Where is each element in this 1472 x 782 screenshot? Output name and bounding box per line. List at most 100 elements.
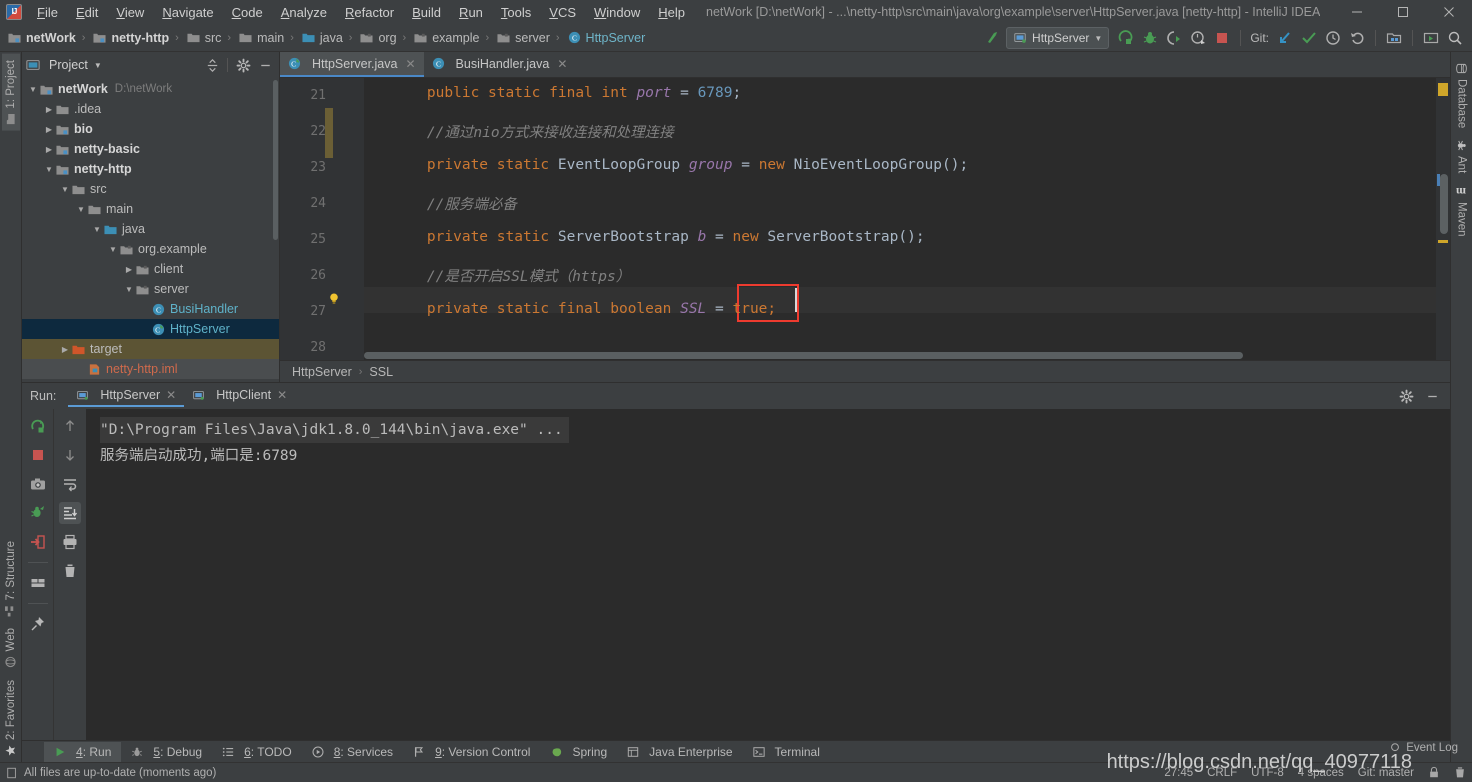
maximize-button[interactable] (1380, 0, 1426, 24)
close-icon[interactable]: ✕ (557, 57, 567, 71)
breadcrumb-item-server[interactable]: server (493, 29, 552, 47)
editor-vertical-scrollbar[interactable] (1440, 174, 1448, 234)
lock-icon[interactable] (1428, 766, 1440, 779)
sidebar-item-web[interactable]: Web (2, 622, 20, 673)
breadcrumb-field[interactable]: SSL (369, 365, 393, 379)
breadcrumb-class[interactable]: HttpServer (292, 365, 352, 379)
menu-item-file[interactable]: File (28, 2, 67, 23)
chevron-down-icon[interactable]: ▼ (90, 225, 104, 234)
search-everywhere-icon[interactable] (1444, 27, 1466, 49)
tree-node-src[interactable]: ▼ src (22, 179, 279, 199)
breadcrumb-item-netty-http[interactable]: netty-http (89, 29, 171, 47)
chevron-down-icon[interactable]: ▼ (94, 61, 102, 70)
layout-settings-icon[interactable] (27, 572, 49, 594)
down-arrow-icon[interactable] (59, 444, 81, 466)
tree-node--idea[interactable]: ▶ .idea (22, 99, 279, 119)
profiler-icon[interactable] (1187, 27, 1209, 49)
soft-wrap-icon[interactable] (59, 473, 81, 495)
chevron-down-icon[interactable]: ▼ (74, 205, 88, 214)
intention-bulb-icon[interactable] (327, 292, 341, 306)
hide-panel-icon[interactable] (1422, 386, 1442, 406)
indent-setting[interactable]: 4 spaces (1298, 767, 1344, 779)
sidebar-item-structure[interactable]: 7: Structure (2, 535, 20, 622)
menu-item-window[interactable]: Window (585, 2, 649, 23)
chevron-down-icon[interactable]: ▼ (42, 165, 56, 174)
print-icon[interactable] (59, 531, 81, 553)
code-canvas[interactable]: public static final int port = 6789; //通… (364, 78, 1436, 360)
exit-icon[interactable] (27, 531, 49, 553)
run-tab-httpclient[interactable]: HttpClient ✕ (184, 385, 295, 407)
project-structure-icon[interactable] (1383, 27, 1405, 49)
editor-gutter[interactable]: 21 22 23 24 25 26 27 28 (280, 78, 364, 360)
tree-node-server[interactable]: ▼ server (22, 279, 279, 299)
close-icon[interactable]: ✕ (277, 388, 287, 402)
tree-node-org-example[interactable]: ▼ org.example (22, 239, 279, 259)
sidebar-item-project[interactable]: 1: Project (1, 54, 20, 131)
menu-item-navigate[interactable]: Navigate (153, 2, 222, 23)
gear-icon[interactable] (1396, 386, 1416, 406)
caret-position[interactable]: 27:45 (1164, 767, 1193, 779)
close-icon[interactable]: ✕ (405, 57, 415, 71)
editor-horizontal-scrollbar[interactable] (364, 352, 1436, 360)
editor-tab-busihandler-java[interactable]: C BusiHandler.java ✕ (424, 52, 576, 77)
caret-marker[interactable] (1438, 240, 1448, 243)
menu-item-build[interactable]: Build (403, 2, 450, 23)
toolwindow-button-6-todo[interactable]: 6: TODO (212, 742, 302, 762)
rerun-icon[interactable] (27, 415, 49, 437)
breadcrumb-item-example[interactable]: example (410, 29, 481, 47)
dump-threads-icon[interactable] (27, 502, 49, 524)
collapse-all-icon[interactable] (202, 55, 222, 75)
tree-node-netty-http-iml[interactable]: netty-http.iml (22, 359, 279, 379)
tree-node-httpserver[interactable]: C HttpServer (22, 319, 279, 339)
breadcrumb-item-main[interactable]: main (235, 29, 286, 47)
breadcrumb-item-network[interactable]: netWork (4, 29, 78, 47)
menu-item-analyze[interactable]: Analyze (272, 2, 336, 23)
breadcrumb-item-org[interactable]: org (356, 29, 398, 47)
run-with-coverage-icon[interactable] (1163, 27, 1185, 49)
sidebar-item-ant[interactable]: Ant (1453, 135, 1471, 178)
close-icon[interactable]: ✕ (166, 388, 176, 402)
run-icon[interactable] (1115, 27, 1137, 49)
scroll-to-end-icon[interactable] (59, 502, 81, 524)
console-output[interactable]: "D:\Program Files\Java\jdk1.8.0_144\bin\… (86, 409, 1450, 740)
menu-item-edit[interactable]: Edit (67, 2, 107, 23)
toolwindow-button-9-version-control[interactable]: 9: Version Control (403, 742, 540, 762)
chevron-right-icon[interactable]: ▶ (122, 265, 136, 274)
pin-icon[interactable] (27, 613, 49, 635)
minimize-button[interactable] (1334, 0, 1380, 24)
chevron-right-icon[interactable]: ▶ (42, 125, 56, 134)
menu-item-view[interactable]: View (107, 2, 153, 23)
chevron-right-icon[interactable]: ▶ (42, 145, 56, 154)
tree-node-bio[interactable]: ▶ bio (22, 119, 279, 139)
git-branch[interactable]: Git: master (1358, 767, 1414, 779)
close-button[interactable] (1426, 0, 1472, 24)
git-history-icon[interactable] (1322, 27, 1344, 49)
event-log-button[interactable]: Event Log (1389, 742, 1458, 754)
tree-node-main[interactable]: ▼ main (22, 199, 279, 219)
toolwindow-button-terminal[interactable]: Terminal (743, 742, 830, 762)
git-rollback-icon[interactable] (1346, 27, 1368, 49)
tree-node-java[interactable]: ▼ java (22, 219, 279, 239)
screenshot-icon[interactable] (27, 473, 49, 495)
breadcrumb-item-src[interactable]: src (183, 29, 224, 47)
project-tree[interactable]: ▼ netWork D:\netWork ▶ .idea ▶ bio ▶ netty-basic… (22, 78, 279, 382)
menu-item-run[interactable]: Run (450, 2, 492, 23)
tree-node-target[interactable]: ▶ target (22, 339, 279, 359)
chevron-right-icon[interactable]: ▶ (42, 105, 56, 114)
editor-tab-httpserver-java[interactable]: C HttpServer.java ✕ (280, 52, 424, 77)
tree-node-netty-http[interactable]: ▼ netty-http (22, 159, 279, 179)
menu-item-code[interactable]: Code (223, 2, 272, 23)
chevron-down-icon[interactable]: ▼ (58, 185, 72, 194)
git-update-icon[interactable] (1274, 27, 1296, 49)
sidebar-item-favorites[interactable]: 2: Favorites (2, 674, 20, 762)
toolwindow-button-5-debug[interactable]: 5: Debug (121, 742, 212, 762)
update-project-icon[interactable] (982, 27, 1004, 49)
tree-node-busihandler[interactable]: C BusiHandler (22, 299, 279, 319)
toolwindow-button-8-services[interactable]: 8: Services (302, 742, 403, 762)
chevron-down-icon[interactable]: ▼ (122, 285, 136, 294)
editor-marker-strip[interactable] (1436, 78, 1450, 360)
run-tab-httpserver[interactable]: HttpServer ✕ (68, 385, 185, 407)
tree-scrollbar[interactable] (273, 80, 278, 240)
run-anything-icon[interactable] (1420, 27, 1442, 49)
tree-node-network[interactable]: ▼ netWork D:\netWork (22, 79, 279, 99)
